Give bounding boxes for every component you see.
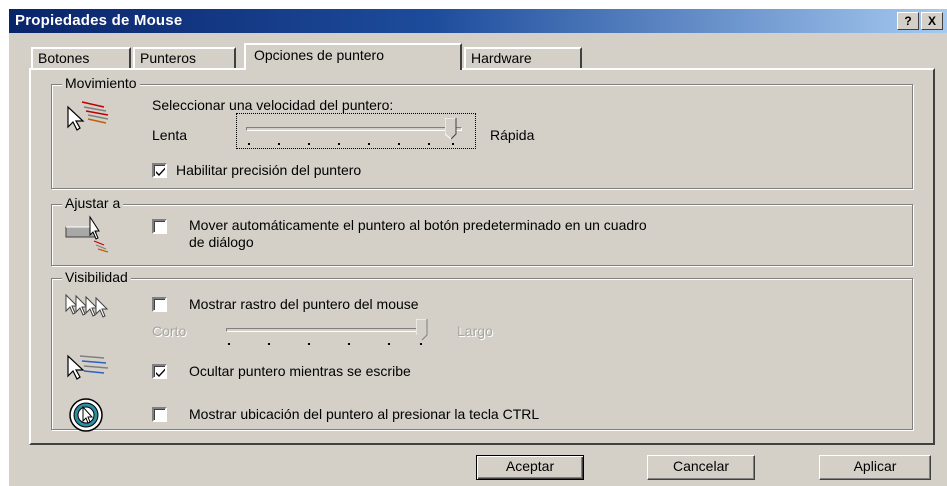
- slider-thumb[interactable]: [416, 319, 428, 341]
- window-title: Propiedades de Mouse: [15, 12, 183, 29]
- slow-label: Lenta: [152, 127, 188, 143]
- tab-label: Opciones de puntero: [254, 47, 384, 63]
- tab-hardware[interactable]: Hardware: [464, 47, 582, 69]
- apply-button[interactable]: Aplicar: [819, 455, 931, 480]
- snap-label-line2[interactable]: de diálogo: [189, 234, 254, 250]
- long-label: Largo: [457, 323, 493, 339]
- tab-punteros[interactable]: Punteros: [133, 47, 236, 69]
- slider-focus-rect: [236, 113, 476, 149]
- trails-checkbox[interactable]: [152, 297, 167, 312]
- slider-tick: [308, 143, 310, 145]
- speed-label: Seleccionar una velocidad del puntero:: [152, 97, 394, 113]
- checkmark-icon: [156, 368, 165, 377]
- tab-botones[interactable]: Botones: [31, 47, 131, 69]
- locate-pointer-icon: [69, 398, 103, 432]
- slider-tick: [398, 143, 400, 145]
- slider-track: [246, 127, 462, 131]
- fast-label: Rápida: [490, 127, 535, 143]
- slider-tick: [248, 143, 250, 145]
- hide-pointer-icon: [67, 354, 109, 380]
- ok-button[interactable]: Aceptar: [476, 455, 584, 480]
- slider-tick: [388, 343, 390, 345]
- tab-panel: Movimiento Seleccionar una velocidad del…: [29, 68, 935, 445]
- slider-tick: [428, 143, 430, 145]
- slider-tick: [268, 343, 270, 345]
- group-movimiento: Movimiento Seleccionar una velocidad del…: [51, 75, 913, 189]
- short-label: Corto: [152, 323, 187, 339]
- slider-tick: [228, 343, 230, 345]
- tab-label: Punteros: [140, 50, 197, 66]
- close-button[interactable]: X: [921, 12, 943, 30]
- tab-label: Hardware: [471, 50, 532, 66]
- precision-checkbox[interactable]: [152, 163, 167, 178]
- snap-to-button-icon: [65, 215, 109, 253]
- mouse-properties-dialog: Propiedades de Mouse ? X Botones Puntero…: [8, 8, 947, 486]
- slider-tick: [348, 343, 350, 345]
- snap-label-line1[interactable]: Mover automáticamente el puntero al botó…: [189, 217, 647, 233]
- pointer-speed-icon: [67, 101, 109, 131]
- cancel-button[interactable]: Cancelar: [647, 455, 755, 480]
- hide-while-typing-label[interactable]: Ocultar puntero mientras se escribe: [189, 363, 411, 379]
- snap-checkbox[interactable]: [152, 219, 167, 234]
- slider-tick: [452, 143, 454, 145]
- group-label: Ajustar a: [62, 195, 124, 211]
- group-visibilidad: Visibilidad Mostrar rastro del puntero d…: [51, 269, 913, 432]
- tab-opciones-de-puntero[interactable]: Opciones de puntero: [244, 43, 462, 70]
- slider-tick: [338, 143, 340, 145]
- group-label: Movimiento: [62, 75, 140, 91]
- slider-tick: [308, 343, 310, 345]
- slider-tick: [420, 343, 422, 345]
- group-ajustar-a: Ajustar a Mover automáticamente el punte…: [51, 195, 913, 266]
- show-location-label[interactable]: Mostrar ubicación del puntero al presion…: [189, 406, 539, 422]
- slider-tick: [278, 143, 280, 145]
- slider-thumb[interactable]: [445, 118, 457, 140]
- slider-tick: [368, 143, 370, 145]
- checkmark-icon: [156, 167, 165, 176]
- help-button[interactable]: ?: [897, 12, 919, 30]
- title-bar[interactable]: Propiedades de Mouse ? X: [9, 9, 947, 33]
- hide-while-typing-checkbox[interactable]: [152, 364, 167, 379]
- trails-label[interactable]: Mostrar rastro del puntero del mouse: [189, 296, 419, 312]
- pointer-trails-icon: [65, 293, 109, 318]
- slider-track: [226, 328, 422, 332]
- show-location-checkbox[interactable]: [152, 407, 167, 422]
- group-label: Visibilidad: [62, 269, 131, 285]
- tab-label: Botones: [38, 50, 90, 66]
- precision-label[interactable]: Habilitar precisión del puntero: [176, 162, 361, 178]
